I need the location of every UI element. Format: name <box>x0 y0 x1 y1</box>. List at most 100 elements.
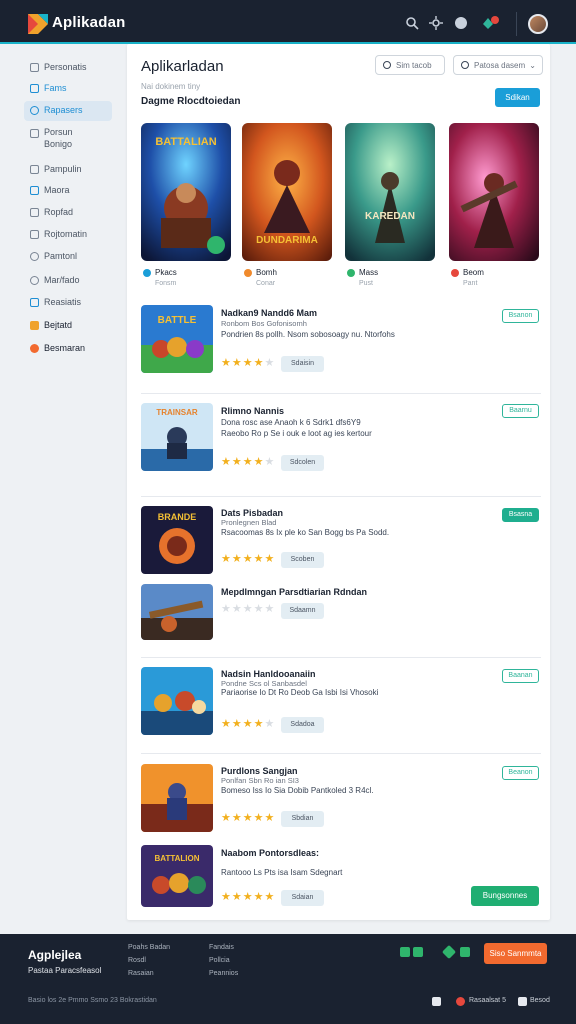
category-pill[interactable]: Sdaamn <box>281 603 324 619</box>
category-pill[interactable]: Sdcolen <box>281 455 324 471</box>
featured-card-4[interactable] <box>449 123 539 261</box>
sidebar-item-8[interactable]: Rojtomatin <box>24 225 112 245</box>
game-title[interactable]: Dats Pisbadan <box>221 508 283 518</box>
game-thumbnail-art <box>141 764 213 832</box>
sidebar-item-7[interactable]: Ropfad <box>24 203 112 223</box>
category-pill[interactable]: Scoben <box>281 552 324 568</box>
sidebar-item-label: Pamtonl <box>44 251 78 261</box>
sort-select[interactable]: Patosa dasem ⌄ <box>453 55 543 75</box>
footer-brand[interactable]: Agplejlea <box>28 948 81 962</box>
game-title[interactable]: Mepdlmngan Parsdtiarian Rdndan <box>221 587 367 597</box>
sidebar-item-12[interactable]: Bejtatd <box>24 316 112 336</box>
footer-link[interactable]: Fandais <box>209 944 234 951</box>
category-pill[interactable]: Sbdian <box>281 811 324 827</box>
game-thumbnail[interactable]: BRANDE <box>141 506 213 574</box>
game-thumbnail[interactable]: BATTALION <box>141 845 213 907</box>
game-title[interactable]: Rlimno Nannis <box>221 406 284 416</box>
install-button[interactable]: Baanan <box>502 669 539 683</box>
search-input[interactable]: Sim tacob <box>375 55 445 75</box>
sidebar-item-label: Besmaran <box>44 343 86 353</box>
sidebar-item-label: Bejtatd <box>44 320 73 330</box>
category-pill[interactable]: Sdadoa <box>281 717 324 733</box>
featured-name[interactable]: Mass <box>359 268 378 277</box>
status-dot <box>244 269 252 277</box>
circle-icon[interactable] <box>456 997 465 1006</box>
social-icon[interactable] <box>400 947 410 957</box>
fire-icon <box>30 344 39 353</box>
featured-card-1[interactable]: BATTALIAN <box>141 123 231 261</box>
social-icon[interactable] <box>460 947 470 957</box>
app-logo-icon[interactable] <box>28 14 48 34</box>
toolbar-divider <box>516 12 517 36</box>
category-pill[interactable]: Sdaian <box>281 890 324 906</box>
sidebar-item-6[interactable]: Maora <box>24 181 112 201</box>
game-thumbnail[interactable]: BATTLE <box>141 305 213 373</box>
footer-link[interactable]: Peannios <box>209 970 238 977</box>
sidebar-item-11[interactable]: Reasiatis <box>24 293 112 313</box>
sidebar-item-10[interactable]: Mar/fado <box>24 271 112 291</box>
game-title[interactable]: Nadsin Hanldooanaiin <box>221 669 316 679</box>
footer-link[interactable]: Pollcia <box>209 957 230 964</box>
primary-action-button[interactable]: Bungsonnes <box>471 886 539 906</box>
sidebar-item-1[interactable]: Personatis <box>24 58 112 78</box>
featured-meta: Pust <box>359 280 374 287</box>
doc-icon <box>30 63 39 72</box>
footer-bottom-link[interactable]: Rasaalsat 5 <box>469 997 506 1004</box>
category-pill[interactable]: Sdaisin <box>281 356 324 372</box>
search-icon[interactable] <box>405 16 419 30</box>
sidebar-item-4[interactable]: Porsun Bonigo <box>24 124 112 150</box>
thumbnail-title: BATTLE <box>158 315 197 326</box>
sidebar-item-9[interactable]: Pamtonl <box>24 247 112 267</box>
featured-name[interactable]: Bomh <box>256 268 277 277</box>
game-title[interactable]: Naabom Pontorsdleas: <box>221 848 319 858</box>
sidebar-item-label: Ropfad <box>44 207 74 217</box>
cover-title: DUNDARIMA <box>256 235 318 246</box>
install-button[interactable]: Baarnu <box>502 404 539 418</box>
install-button[interactable]: Bsasna <box>502 508 539 522</box>
sidebar-item-2[interactable]: Fams <box>24 79 112 99</box>
featured-card-2[interactable]: DUNDARIMA <box>242 123 332 261</box>
footer-cta-button[interactable]: Siso Sanmmta <box>484 943 547 964</box>
featured-card-3[interactable]: KAREDAN <box>345 123 435 261</box>
rating-stars: ★★★★★ <box>221 812 276 824</box>
brand-name[interactable]: Aplikadan <box>52 14 125 31</box>
game-description: Dona rosc ase Anaoh k 6 Sdrk1 dfs6Y9 <box>221 418 361 427</box>
install-button[interactable]: Beanon <box>502 766 539 780</box>
search-placeholder: Sim tacob <box>396 61 432 70</box>
featured-name[interactable]: Pkacs <box>155 268 177 277</box>
settings-icon[interactable] <box>429 16 443 30</box>
game-title[interactable]: Nadkan9 Nandd6 Mam <box>221 308 317 318</box>
sidebar-item-3[interactable]: Rapasers <box>24 101 112 121</box>
featured-name[interactable]: Beom <box>463 268 484 277</box>
game-title[interactable]: Purdlons Sangjan <box>221 766 298 776</box>
row-divider <box>141 496 541 497</box>
social-icon[interactable] <box>413 947 423 957</box>
page-title: Aplikarladan <box>141 58 224 75</box>
trophy-icon <box>30 321 39 330</box>
sidebar-item-label: Personatis <box>44 62 87 72</box>
circle-icon[interactable] <box>454 16 468 30</box>
top-bar: Aplikadan <box>0 0 576 44</box>
mail-icon <box>30 276 39 285</box>
sidebar-item-13[interactable]: Besmaran <box>24 339 112 359</box>
search-icon <box>30 106 39 115</box>
footer-link[interactable]: Poahs Badan <box>128 944 170 951</box>
rating-stars: ★★★★★ <box>221 456 276 468</box>
featured-meta: Pant <box>463 280 478 287</box>
square-icon[interactable] <box>518 997 527 1006</box>
install-button[interactable]: Bsanon <box>502 309 539 323</box>
footer-bottom-link[interactable]: Besod <box>530 997 550 1004</box>
cover-title: KAREDAN <box>365 211 415 222</box>
game-thumbnail[interactable]: TRAINSAR <box>141 403 213 471</box>
sidebar-item-label: Fams <box>44 83 67 93</box>
game-description: Rantooo Ls Pts isa Isam Sdegnart <box>221 868 343 877</box>
game-thumbnail[interactable] <box>141 584 213 640</box>
section-action-button[interactable]: Sdikan <box>495 88 540 107</box>
footer-link[interactable]: Rasaian <box>128 970 154 977</box>
avatar[interactable] <box>528 14 548 34</box>
game-thumbnail[interactable] <box>141 667 213 735</box>
footer-link[interactable]: Rosdl <box>128 957 146 964</box>
game-thumbnail[interactable] <box>141 764 213 832</box>
square-icon[interactable] <box>432 997 441 1006</box>
sidebar-item-5[interactable]: Pampulin <box>24 160 112 180</box>
